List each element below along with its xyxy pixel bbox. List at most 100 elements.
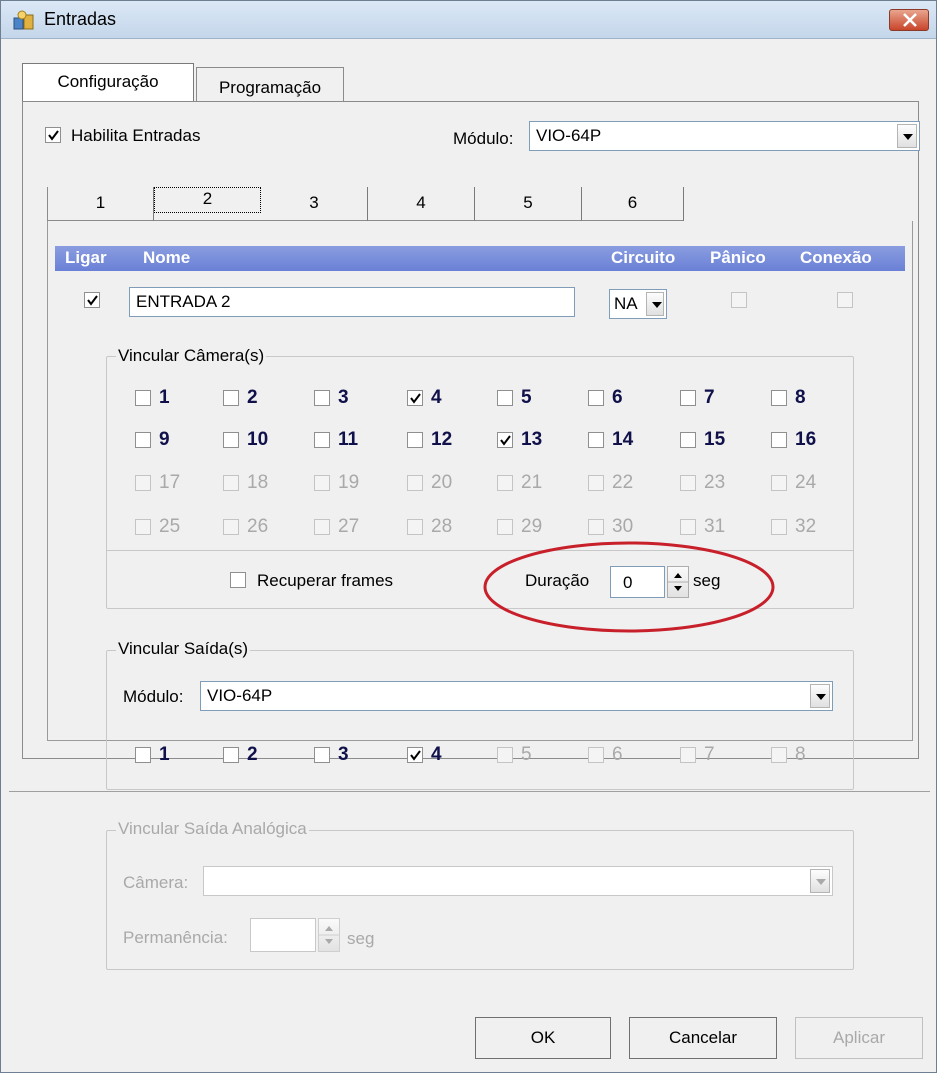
- camera-checkbox-32[interactable]: [771, 519, 787, 535]
- input-tab-2[interactable]: 2: [154, 187, 261, 213]
- ligar-checkbox[interactable]: [84, 292, 100, 308]
- modulo-select[interactable]: VIO-64P: [529, 121, 920, 151]
- recuperar-frames-checkbox[interactable]: [230, 572, 246, 588]
- saidas-modulo-dropdown-button[interactable]: [810, 684, 830, 708]
- camera-checkbox-27[interactable]: [314, 519, 330, 535]
- input-tab-5-label: 5: [523, 193, 533, 212]
- input-tab-5[interactable]: 5: [475, 187, 582, 221]
- saida-checkbox-6[interactable]: [588, 747, 604, 763]
- analogica-camera-dropdown-button[interactable]: [810, 869, 830, 893]
- camera-checkbox-22[interactable]: [588, 475, 604, 491]
- camera-checkbox-15[interactable]: [680, 432, 696, 448]
- saida-checkbox-5[interactable]: [497, 747, 513, 763]
- permanencia-input[interactable]: [250, 918, 316, 952]
- camera-checkbox-9[interactable]: [135, 432, 151, 448]
- camera-checkbox-2[interactable]: [223, 390, 239, 406]
- camera-label-9: 9: [159, 429, 170, 450]
- camera-checkbox-1[interactable]: [135, 390, 151, 406]
- checkmark-icon: [410, 750, 421, 761]
- camera-checkbox-19[interactable]: [314, 475, 330, 491]
- camera-checkbox-7[interactable]: [680, 390, 696, 406]
- camera-checkbox-4[interactable]: [407, 390, 423, 406]
- camera-label-17: 17: [159, 472, 181, 493]
- modulo-select-value: VIO-64P: [536, 126, 602, 145]
- ok-button-label: OK: [530, 1028, 556, 1047]
- conexao-checkbox[interactable]: [837, 292, 853, 308]
- input-tab-1[interactable]: 1: [47, 187, 154, 221]
- camera-checkbox-31[interactable]: [680, 519, 696, 535]
- header-circuito: Circuito: [611, 248, 676, 267]
- tab-configuracao-label: Configuração: [57, 72, 159, 91]
- camera-label-24: 24: [795, 472, 817, 493]
- camera-checkbox-16[interactable]: [771, 432, 787, 448]
- camera-checkbox-29[interactable]: [497, 519, 513, 535]
- analogica-camera-select[interactable]: [203, 866, 833, 896]
- window-title: Entradas: [44, 9, 117, 29]
- ok-button[interactable]: OK: [475, 1017, 611, 1059]
- modulo-dropdown-button[interactable]: [897, 124, 917, 148]
- input-tab-4-label: 4: [416, 193, 426, 212]
- tab-programacao[interactable]: Programação: [196, 67, 344, 101]
- camera-checkbox-3[interactable]: [314, 390, 330, 406]
- saida-label-4: 4: [431, 744, 442, 765]
- camera-label-5: 5: [521, 387, 532, 408]
- saidas-modulo-select[interactable]: VIO-64P: [200, 681, 833, 711]
- camera-checkbox-25[interactable]: [135, 519, 151, 535]
- saida-label-5: 5: [521, 744, 532, 765]
- camera-checkbox-8[interactable]: [771, 390, 787, 406]
- footer-separator: [9, 791, 930, 792]
- aplicar-button-label: Aplicar: [833, 1028, 885, 1047]
- circuito-dropdown-button[interactable]: [646, 292, 664, 316]
- checkmark-icon: [48, 130, 59, 141]
- saidas-modulo-value: VIO-64P: [207, 686, 273, 705]
- habilita-entradas-checkbox[interactable]: [45, 127, 61, 143]
- camera-label-22: 22: [612, 472, 634, 493]
- camera-checkbox-18[interactable]: [223, 475, 239, 491]
- aplicar-button[interactable]: Aplicar: [795, 1017, 923, 1059]
- chevron-down-icon: [816, 879, 826, 885]
- saida-checkbox-3[interactable]: [314, 747, 330, 763]
- saida-label-8: 8: [795, 744, 806, 765]
- saida-checkbox-2[interactable]: [223, 747, 239, 763]
- recuperar-frames-label: Recuperar frames: [257, 571, 394, 590]
- camera-checkbox-30[interactable]: [588, 519, 604, 535]
- camera-checkbox-14[interactable]: [588, 432, 604, 448]
- camera-checkbox-13[interactable]: [497, 432, 513, 448]
- entry-name-value: ENTRADA 2: [136, 292, 231, 311]
- camera-checkbox-6[interactable]: [588, 390, 604, 406]
- camera-checkbox-23[interactable]: [680, 475, 696, 491]
- camera-checkbox-24[interactable]: [771, 475, 787, 491]
- permanencia-label: Permanência:: [123, 928, 228, 947]
- tab-configuracao[interactable]: Configuração: [22, 63, 194, 103]
- camera-label-16: 16: [795, 429, 817, 450]
- panico-checkbox[interactable]: [731, 292, 747, 308]
- camera-checkbox-5[interactable]: [497, 390, 513, 406]
- saidas-modulo-label: Módulo:: [123, 687, 184, 706]
- circuito-select[interactable]: NA: [609, 289, 667, 319]
- camera-checkbox-10[interactable]: [223, 432, 239, 448]
- camera-checkbox-28[interactable]: [407, 519, 423, 535]
- permanencia-spinner[interactable]: [318, 918, 340, 952]
- header-conexao: Conexão: [800, 248, 872, 267]
- close-button[interactable]: [889, 9, 929, 31]
- saida-checkbox-4[interactable]: [407, 747, 423, 763]
- camera-checkbox-20[interactable]: [407, 475, 423, 491]
- camera-label-30: 30: [612, 516, 634, 537]
- saida-checkbox-7[interactable]: [680, 747, 696, 763]
- camera-label-20: 20: [431, 472, 453, 493]
- camera-checkbox-26[interactable]: [223, 519, 239, 535]
- input-tab-3[interactable]: 3: [261, 187, 368, 221]
- camera-checkbox-17[interactable]: [135, 475, 151, 491]
- input-tab-6[interactable]: 6: [582, 187, 684, 221]
- checkmark-icon: [410, 393, 421, 404]
- camera-checkbox-11[interactable]: [314, 432, 330, 448]
- entry-name-input[interactable]: ENTRADA 2: [129, 287, 575, 317]
- saida-checkbox-8[interactable]: [771, 747, 787, 763]
- camera-label-3: 3: [338, 387, 349, 408]
- camera-checkbox-12[interactable]: [407, 432, 423, 448]
- camera-checkbox-21[interactable]: [497, 475, 513, 491]
- cancelar-button[interactable]: Cancelar: [629, 1017, 777, 1059]
- input-tab-4[interactable]: 4: [368, 187, 475, 221]
- saida-checkbox-1[interactable]: [135, 747, 151, 763]
- camera-label-31: 31: [704, 516, 726, 537]
